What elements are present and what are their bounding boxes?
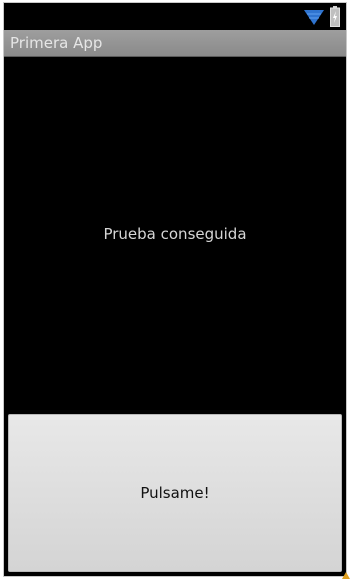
app-title: Primera App (10, 34, 103, 52)
title-bar: Primera App (4, 30, 346, 57)
pulsame-button-label: Pulsame! (140, 484, 210, 502)
pulsame-button[interactable]: Pulsame! (8, 414, 342, 572)
status-bar (4, 3, 346, 30)
main-content: Prueba conseguida (4, 57, 346, 412)
battery-icon (330, 6, 340, 27)
status-message: Prueba conseguida (103, 225, 247, 243)
device-screen: Primera App Prueba conseguida Pulsame! (3, 2, 347, 577)
warning-icon (342, 572, 350, 579)
wifi-icon (304, 10, 324, 25)
